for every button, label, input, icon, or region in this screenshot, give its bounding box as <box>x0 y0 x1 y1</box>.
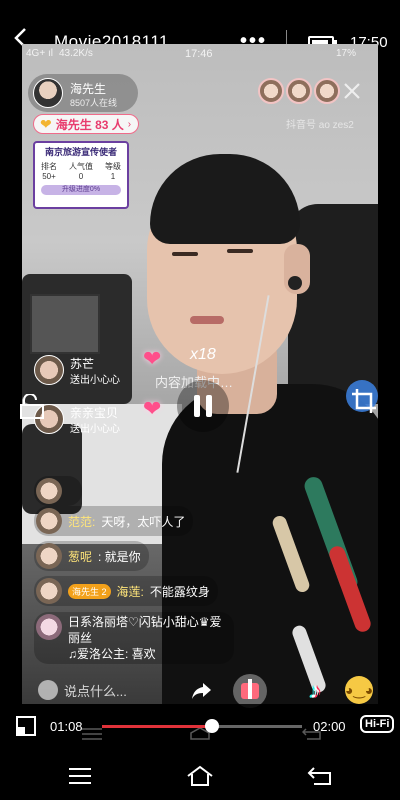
rank-header: 排名 <box>41 162 57 171</box>
pause-icon <box>206 395 212 417</box>
chat-line: 日系洛丽塔♡闪钻小甜心♛爱丽丝 <box>68 615 222 645</box>
hifi-toggle[interactable]: Hi-Fi <box>360 715 395 733</box>
network-speed: 43.2K/s <box>58 48 93 59</box>
close-button[interactable] <box>341 80 363 102</box>
gift-count: x18 <box>190 346 216 363</box>
crop-button[interactable] <box>349 386 379 416</box>
chat-row: 日系洛丽塔♡闪钻小甜心♛爱丽丝 ♫爱洛公主: 喜欢 <box>34 612 234 664</box>
share-icon <box>192 683 211 699</box>
stream-status-time: 17:46 <box>185 48 213 60</box>
menu-icon-ghost <box>82 728 102 740</box>
chat-text: : 就是你 <box>98 549 141 564</box>
avatar <box>36 508 62 534</box>
comment-icon <box>38 680 58 700</box>
heart-badge-icon: ❤ <box>40 116 52 132</box>
rank-card[interactable]: 南京旅游宣传使者 排名 50+ 人气值 0 等级 1 升级进度0% <box>33 141 129 209</box>
gift-icon <box>241 679 259 699</box>
menu-icon[interactable] <box>66 764 94 788</box>
fans-club-pill[interactable]: ❤ 海先生 83 人 › <box>33 114 139 134</box>
tiktok-icon: ♪ <box>309 678 321 703</box>
emoji-icon: ◕‿◕ <box>345 682 374 698</box>
rank-header: 人气值 <box>69 162 93 171</box>
rank-title: 南京旅游宣传使者 <box>44 147 117 157</box>
fans-club-label: 海先生 83 人 <box>55 117 124 132</box>
host-avatar[interactable] <box>33 78 63 108</box>
home-icon-ghost <box>190 728 210 740</box>
rank-progress: 升级进度0% <box>41 185 121 195</box>
audience-avatar[interactable] <box>286 78 312 104</box>
sender-name: 亲亲宝贝 <box>70 406 119 420</box>
person-eye <box>172 252 198 256</box>
chat-row: 海先生 2 海莲: 不能露纹身 <box>34 576 218 606</box>
chat-text: 天呀，太吓人了 <box>101 514 186 529</box>
return-icon-ghost <box>302 728 321 740</box>
chevron-right-icon: › <box>127 118 132 130</box>
home-icon[interactable] <box>186 764 214 788</box>
audience-avatar[interactable] <box>314 78 340 104</box>
gift-sender: 亲亲宝贝 送出小心心 <box>34 404 164 438</box>
rank-header: 等级 <box>105 162 121 171</box>
chat-row: 葱呢 : 就是你 <box>34 541 149 571</box>
stream-status-left: 4G+ ıl 43.2K/s <box>26 48 93 59</box>
pip-button[interactable] <box>18 393 46 420</box>
pip-icon <box>20 393 44 419</box>
audience-avatar[interactable] <box>258 78 284 104</box>
person-mouth <box>190 316 224 324</box>
stream-battery: 17% <box>336 48 357 59</box>
tiktok-button[interactable]: ♪ <box>298 674 332 708</box>
host-viewers: 8507人在线 <box>70 98 118 108</box>
share-button[interactable] <box>190 678 214 702</box>
rank-value: 1 <box>110 172 116 181</box>
chat-text: 不能露纹身 <box>149 584 210 599</box>
comment-placeholder: 说点什么... <box>64 683 127 699</box>
chat-line: ♫爱洛公主: 喜欢 <box>68 647 156 661</box>
sender-name: 苏芒 <box>70 357 95 371</box>
earbud <box>288 276 302 290</box>
avatar <box>36 578 62 604</box>
host-name: 海先生 <box>70 82 107 96</box>
chair-back <box>288 204 378 404</box>
emoji-button[interactable]: ◕‿◕ <box>345 676 373 704</box>
sender-gift: 送出小心心 <box>70 424 120 435</box>
background-box <box>30 294 100 354</box>
current-time: 01:08 <box>50 719 83 734</box>
network-signal: 4G+ ıl <box>26 48 53 59</box>
fan-badge: 海先生 2 <box>68 583 111 599</box>
account-id: 抖音号 ao zes2 <box>286 120 354 131</box>
chat-text: 日系洛丽塔♡闪钻小甜心♛爱丽丝 ♫爱洛公主: 喜欢 <box>68 614 226 662</box>
chat-name: 葱呢 <box>68 549 93 564</box>
crop-icon <box>352 389 376 413</box>
chat-name: 海莲: <box>116 584 144 599</box>
person-eye <box>227 249 253 253</box>
chat-name: 范范: <box>68 514 96 529</box>
chat-row <box>34 476 82 506</box>
sender-gift: 送出小心心 <box>70 375 120 386</box>
close-icon <box>344 83 360 99</box>
audience-avatars[interactable] <box>258 78 340 104</box>
avatar <box>34 355 64 385</box>
gift-button[interactable] <box>233 674 267 708</box>
rank-grid: 排名 50+ 人气值 0 等级 1 <box>35 161 127 181</box>
avatar <box>36 614 62 640</box>
mini-window-icon[interactable] <box>16 716 36 736</box>
comment-input[interactable]: 说点什么... <box>34 676 184 704</box>
pause-icon <box>194 395 200 417</box>
rank-value: 0 <box>78 172 84 181</box>
return-icon[interactable] <box>306 764 334 788</box>
gift-sender: 苏芒 送出小心心 <box>34 355 164 389</box>
person-hair <box>150 154 300 244</box>
rank-value: 50+ <box>42 172 56 181</box>
chat-row: 范范: 天呀，太吓人了 <box>34 506 194 536</box>
avatar <box>36 478 62 504</box>
pause-button[interactable] <box>177 380 229 432</box>
avatar <box>36 543 62 569</box>
